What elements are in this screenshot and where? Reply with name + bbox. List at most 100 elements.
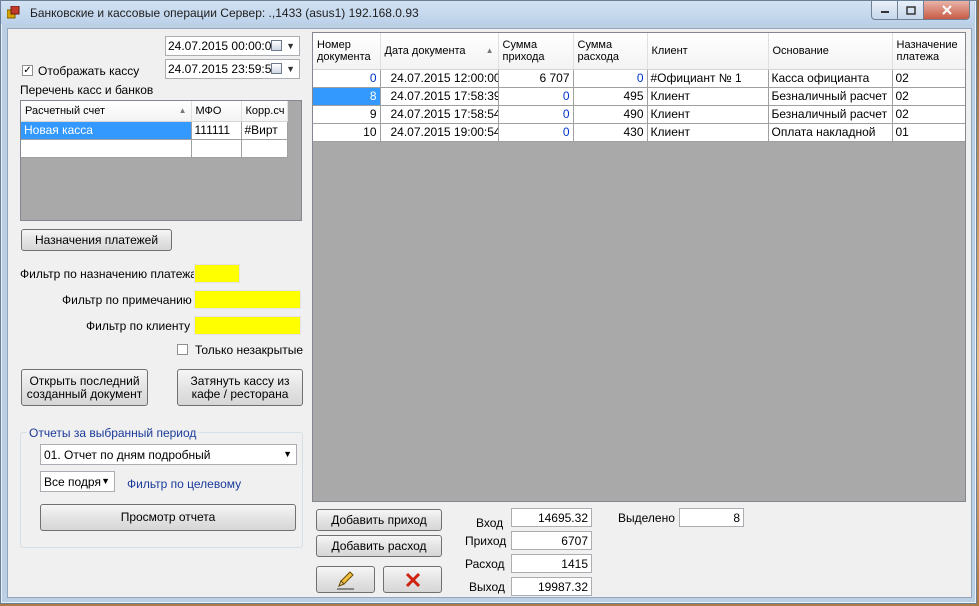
show-cash-label: Отображать кассу xyxy=(38,64,140,78)
reports-group-title: Отчеты за выбранный период xyxy=(27,426,199,440)
pencil-icon xyxy=(336,570,354,589)
app-icon xyxy=(6,5,20,19)
purpose-cell[interactable]: 02 xyxy=(892,87,965,106)
col-doc-date[interactable]: Дата документа ▲ xyxy=(380,33,499,70)
documents-grid[interactable]: Номер документа Дата документа ▲ Сумма пр… xyxy=(312,32,966,502)
red-x-icon xyxy=(405,572,420,587)
filter-note-input[interactable] xyxy=(194,290,301,309)
income-cell[interactable]: 0 xyxy=(498,123,574,142)
col-doc-number[interactable]: Номер документа xyxy=(313,33,381,70)
purpose-cell[interactable]: 02 xyxy=(892,69,965,88)
date-to-value: 24.07.2015 23:59:59 xyxy=(168,62,279,76)
filter-note-label: Фильтр по примечанию xyxy=(62,293,192,307)
filter-purpose-label: Фильтр по назначению платежа xyxy=(20,267,197,281)
purpose-cell[interactable]: 02 xyxy=(892,105,965,124)
col-basis[interactable]: Основание xyxy=(768,33,893,70)
doc-number-cell[interactable]: 10 xyxy=(313,123,381,142)
maximize-icon xyxy=(906,5,916,15)
expense-cell[interactable]: 430 xyxy=(573,123,648,142)
selected-label: Выделено xyxy=(618,511,675,525)
window-title: Банковские и кассовые операции Сервер: .… xyxy=(30,6,419,20)
expense-cell[interactable]: 490 xyxy=(573,105,648,124)
basis-cell[interactable]: Безналичный расчет xyxy=(768,105,893,124)
accounts-grid[interactable]: Расчетный счет ▲ МФО Корр.сч Новая касса … xyxy=(20,100,302,221)
doc-number-cell[interactable]: 0 xyxy=(313,69,381,88)
expense-label: Расход xyxy=(465,557,505,571)
chevron-down-icon[interactable]: ▼ xyxy=(286,64,295,74)
calendar-icon[interactable] xyxy=(271,40,282,51)
income-value: 6707 xyxy=(511,531,592,550)
income-cell[interactable]: 0 xyxy=(498,87,574,106)
only-unclosed-checkbox[interactable] xyxy=(177,344,188,355)
doc-date-cell[interactable]: 24.07.2015 17:58:54 xyxy=(380,105,499,124)
table-row[interactable]: 9 24.07.2015 17:58:54 0 490 Клиент Безна… xyxy=(313,105,965,124)
mfo-cell[interactable]: 111111 xyxy=(191,121,242,140)
division-select[interactable]: Все подря ▼ xyxy=(40,471,115,492)
expense-value: 1415 xyxy=(511,554,592,573)
sort-up-icon: ▲ xyxy=(178,105,187,115)
client-cell[interactable]: Клиент xyxy=(647,123,769,142)
income-cell[interactable]: 0 xyxy=(498,105,574,124)
division-value: Все подря xyxy=(44,475,101,489)
calendar-icon[interactable] xyxy=(271,63,282,74)
basis-cell[interactable]: Касса официанта xyxy=(768,69,893,88)
corr-cell[interactable]: #Вирт xyxy=(241,121,288,140)
minimize-button[interactable] xyxy=(871,1,899,20)
date-to-picker[interactable]: 24.07.2015 23:59:59 ▼ xyxy=(165,59,300,79)
close-button[interactable] xyxy=(923,1,970,20)
out-value: 19987.32 xyxy=(511,577,592,596)
basis-cell[interactable]: Оплата накладной xyxy=(768,123,893,142)
sort-up-icon: ▲ xyxy=(485,45,494,55)
chevron-down-icon: ▼ xyxy=(101,476,110,486)
minimize-icon xyxy=(881,11,889,13)
report-type-select[interactable]: 01. Отчет по дням подробный ▼ xyxy=(40,444,297,465)
payment-purposes-button[interactable]: Назначения платежей xyxy=(21,229,172,251)
purpose-cell[interactable]: 01 xyxy=(892,123,965,142)
delete-button[interactable] xyxy=(383,566,442,593)
expense-cell[interactable]: 495 xyxy=(573,87,648,106)
accounts-header-corr[interactable]: Корр.сч xyxy=(241,101,288,122)
doc-date-cell[interactable]: 24.07.2015 19:00:54 xyxy=(380,123,499,142)
in-value: 14695.32 xyxy=(511,508,592,527)
col-purpose[interactable]: Назначение платежа xyxy=(892,33,965,70)
account-cell[interactable]: Новая касса xyxy=(21,121,192,140)
table-row[interactable]: 10 24.07.2015 19:00:54 0 430 Клиент Опла… xyxy=(313,123,965,142)
filter-purpose-input[interactable] xyxy=(194,264,240,283)
filter-client-input[interactable] xyxy=(194,316,301,335)
doc-number-cell[interactable]: 8 xyxy=(313,87,381,106)
pull-cash-button[interactable]: Затянуть кассу из кафе / ресторана xyxy=(177,369,303,406)
add-income-button[interactable]: Добавить приход xyxy=(316,509,442,531)
doc-number-cell[interactable]: 9 xyxy=(313,105,381,124)
client-cell[interactable]: #Официант № 1 xyxy=(647,69,769,88)
target-filter-link[interactable]: Фильтр по целевому xyxy=(127,477,241,491)
doc-date-cell[interactable]: 24.07.2015 12:00:00 xyxy=(380,69,499,88)
basis-cell[interactable]: Безналичный расчет xyxy=(768,87,893,106)
expense-cell[interactable]: 0 xyxy=(573,69,648,88)
chevron-down-icon: ▼ xyxy=(283,449,292,459)
close-icon xyxy=(941,5,952,15)
edit-button[interactable] xyxy=(316,566,375,593)
in-label: Вход xyxy=(476,516,504,530)
cash-list-label: Перечень касс и банков xyxy=(20,83,154,97)
income-cell[interactable]: 6 707 xyxy=(498,69,574,88)
col-income[interactable]: Сумма прихода xyxy=(498,33,574,70)
filter-client-label: Фильтр по клиенту xyxy=(86,319,191,333)
show-cash-checkbox[interactable]: ✓ xyxy=(22,65,33,76)
client-cell[interactable]: Клиент xyxy=(647,87,769,106)
add-expense-button[interactable]: Добавить расход xyxy=(316,535,442,557)
table-row[interactable]: Новая касса 111111 #Вирт xyxy=(21,121,288,140)
open-last-document-button[interactable]: Открыть последний созданный документ xyxy=(21,369,148,406)
col-expense[interactable]: Сумма расхода xyxy=(573,33,648,70)
date-from-picker[interactable]: 24.07.2015 00:00:00 ▼ xyxy=(165,36,300,56)
chevron-down-icon[interactable]: ▼ xyxy=(286,41,295,51)
maximize-button[interactable] xyxy=(897,1,925,20)
accounts-header-account[interactable]: Расчетный счет ▲ xyxy=(21,101,192,122)
table-row[interactable]: 8 24.07.2015 17:58:39 0 495 Клиент Безна… xyxy=(313,87,965,106)
table-row-new[interactable] xyxy=(21,139,288,158)
doc-date-cell[interactable]: 24.07.2015 17:58:39 xyxy=(380,87,499,106)
col-client[interactable]: Клиент xyxy=(647,33,769,70)
accounts-header-mfo[interactable]: МФО xyxy=(191,101,242,122)
view-report-button[interactable]: Просмотр отчета xyxy=(40,504,296,531)
client-cell[interactable]: Клиент xyxy=(647,105,769,124)
table-row[interactable]: 0 24.07.2015 12:00:00 6 707 0 #Официант … xyxy=(313,69,965,88)
